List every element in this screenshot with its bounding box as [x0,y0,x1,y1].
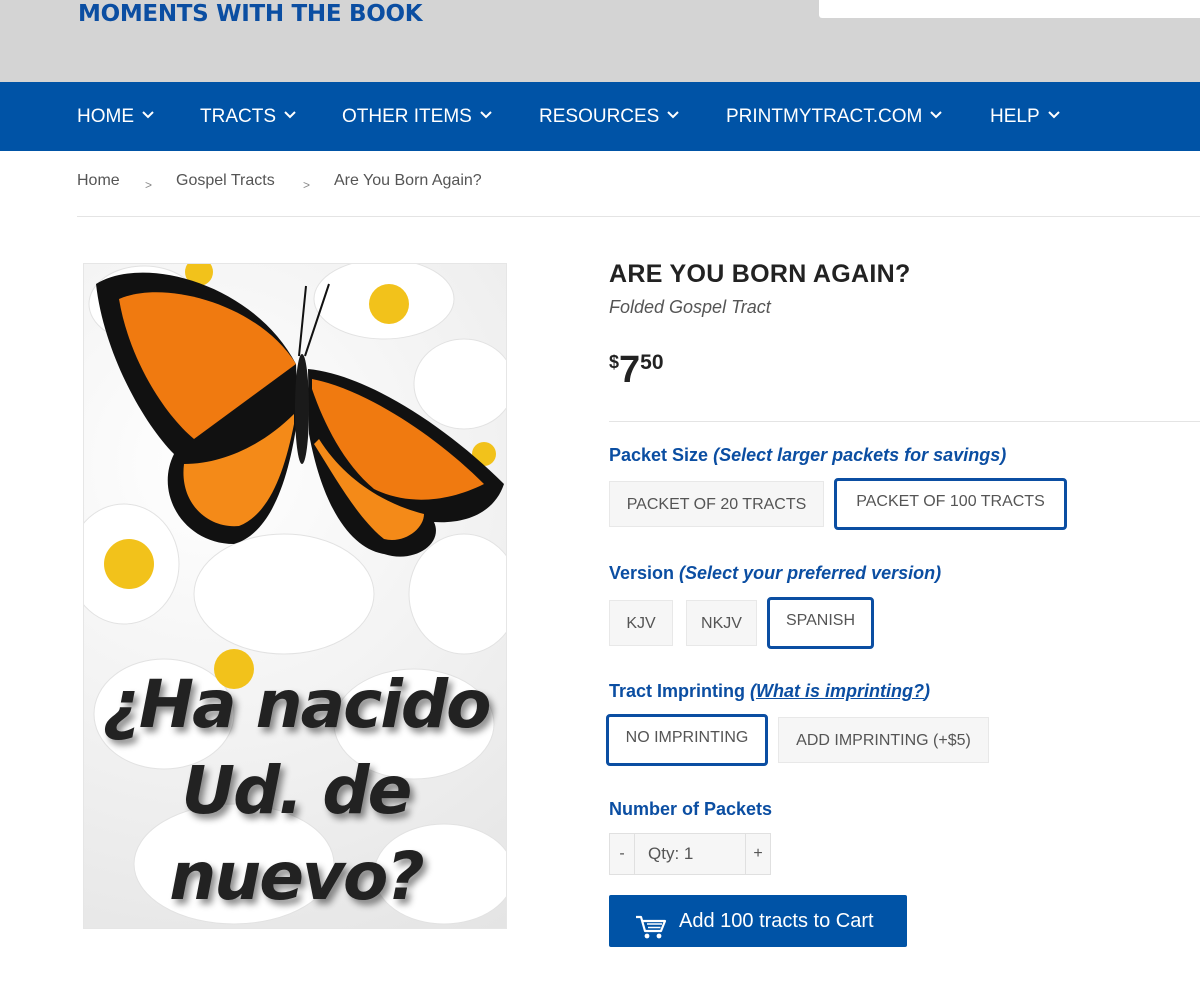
price-cents: 50 [640,351,664,374]
quantity-label: Number of Packets [609,799,773,819]
chevron-down-icon [284,79,296,148]
chevron-down-icon [667,79,680,148]
option-packet-100[interactable]: PACKET OF 100 TRACTS [834,478,1067,530]
breadcrumb-current: Are You Born Again? [334,172,482,189]
chevron-down-icon [480,79,492,148]
main-nav: HOME TRACTS OTHER ITEMS RESOURCES PRINTM… [0,82,1200,151]
add-to-cart-button[interactable]: Add 100 tracts to Cart [609,895,907,947]
price-currency: $ [609,352,620,372]
divider [77,216,1200,217]
product-subtitle: Folded Gospel Tract [609,297,771,317]
nav-item-home[interactable]: HOME [77,82,154,151]
nav-item-label: HOME [77,106,134,127]
option-hint: (Select your preferred version) [679,563,942,583]
site-header: MOMENTS WITH THE BOOK [0,0,1200,82]
option-add-imprinting[interactable]: ADD IMPRINTING (+$5) [778,717,989,763]
option-nkjv[interactable]: NKJV [686,600,757,646]
nav-item-resources[interactable]: RESOURCES [539,79,680,151]
divider [609,421,1200,422]
version-label: Version (Select your preferred version) [609,563,941,584]
what-is-imprinting-link[interactable]: What is imprinting? [756,681,924,701]
option-no-imprinting[interactable]: NO IMPRINTING [606,714,768,766]
nav-item-label: OTHER ITEMS [342,106,472,127]
option-hint: (What is imprinting?) [750,681,930,701]
breadcrumb-separator: > [145,178,153,192]
packet-size-label: Packet Size (Select larger packets for s… [609,445,1006,466]
nav-item-label: RESOURCES [539,106,660,127]
nav-item-label: PRINTMYTRACT.COM [726,106,923,127]
option-kjv[interactable]: KJV [609,600,673,646]
option-hint: (Select larger packets for savings) [713,445,1007,465]
breadcrumb-separator: > [303,178,311,192]
quantity-stepper: - Qty: 1 + [609,833,771,875]
quantity-decrease-button[interactable]: - [610,834,634,874]
price-whole: 7 [619,349,641,391]
option-packet-20[interactable]: PACKET OF 20 TRACTS [609,481,824,527]
site-logo[interactable]: MOMENTS WITH THE BOOK [78,0,423,28]
hint-paren-close: ) [924,681,931,701]
search-input[interactable] [819,0,1200,18]
nav-item-label: HELP [990,106,1040,127]
nav-item-other-items[interactable]: OTHER ITEMS [342,82,492,151]
product-title: ARE YOU BORN AGAIN? [609,260,911,288]
nav-item-printmytract[interactable]: PRINTMYTRACT.COM [726,79,943,151]
option-label-text: Tract Imprinting [609,681,746,701]
chevron-down-icon [142,79,154,148]
product-price: $750 [609,350,664,390]
cart-icon [635,908,667,960]
nav-item-help[interactable]: HELP [990,82,1060,151]
chevron-down-icon [1047,79,1060,148]
product-image[interactable]: ¿Ha nacido Ud. de nuevo? [83,263,507,929]
cover-text: ¿Ha nacido Ud. de nuevo? [102,666,492,915]
imprinting-label: Tract Imprinting (What is imprinting?) [609,681,930,702]
add-to-cart-label: Add 100 tracts to Cart [679,910,874,932]
quantity-increase-button[interactable]: + [746,834,770,874]
breadcrumb-gospel-tracts[interactable]: Gospel Tracts [176,172,275,190]
nav-item-label: TRACTS [200,106,276,127]
quantity-input[interactable]: Qty: 1 [634,834,746,874]
option-label-text: Packet Size [609,445,709,465]
breadcrumb-home[interactable]: Home [77,172,120,190]
option-spanish[interactable]: SPANISH [767,597,874,649]
nav-item-tracts[interactable]: TRACTS [200,82,296,151]
chevron-down-icon [930,79,943,148]
option-label-text: Version [609,563,675,583]
